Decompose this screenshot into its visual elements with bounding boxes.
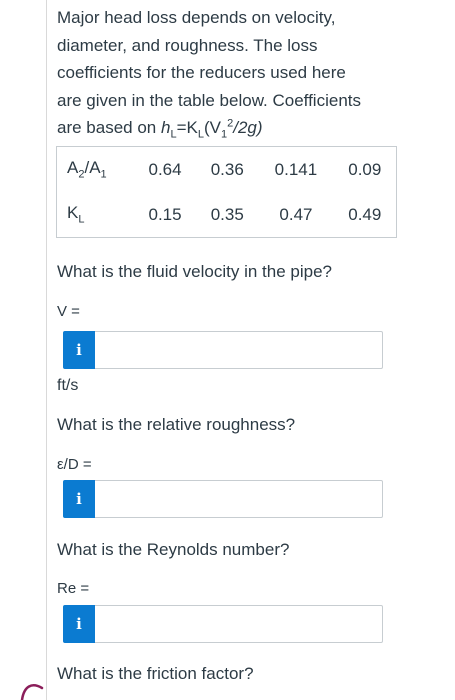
info-icon[interactable]: i (63, 480, 95, 518)
table-cell: 0.49 (348, 204, 382, 224)
annotation-curve-icon (20, 684, 44, 700)
reynolds-question: What is the Reynolds number? (57, 540, 290, 559)
reynolds-label: Re = (57, 580, 90, 597)
reynolds-input[interactable] (95, 605, 383, 643)
intro-line-5-prefix: are based on (57, 118, 161, 137)
table-cell: 0.141 (274, 159, 318, 179)
intro-line-4: are given in the table below. Coefficien… (57, 90, 361, 110)
intro-line-5: are based on hL=KL(V12/2g) (57, 114, 417, 142)
velocity-units: ft/s (57, 377, 79, 394)
table-row: KL 0.15 0.35 0.47 0.49 (57, 192, 397, 238)
kl-header: KL (67, 203, 85, 226)
intro-line-3: coefficients for the reducers used here (57, 63, 346, 82)
table-cell: 0.09 (348, 159, 382, 179)
velocity-input[interactable] (95, 331, 383, 369)
area-ratio-header: A2/A1 (67, 158, 107, 181)
roughness-question: What is the relative roughness? (57, 415, 296, 434)
table-cell: 0.15 (148, 204, 182, 224)
intro-line-1: Major head loss depends on velocity, (57, 8, 336, 27)
roughness-answer-group: i (63, 480, 383, 518)
table-cell: 0.36 (210, 159, 244, 179)
velocity-question: What is the fluid velocity in the pipe? (57, 262, 332, 281)
loss-coefficient-table: A2/A1 0.64 0.36 0.141 0.09 KL 0.15 0.35 … (56, 146, 397, 238)
head-loss-formula: hL=KL(V12/2g) (160, 117, 263, 141)
table-cell: 0.35 (210, 204, 244, 224)
info-icon[interactable]: i (63, 605, 95, 643)
table-row: A2/A1 0.64 0.36 0.141 0.09 (57, 147, 397, 193)
info-icon[interactable]: i (63, 331, 95, 369)
table-cell: 0.47 (279, 204, 313, 224)
table-cell: 0.64 (148, 159, 182, 179)
roughness-label: ε/D = (57, 456, 92, 473)
friction-question: What is the friction factor? (57, 664, 254, 683)
intro-line-2: diameter, and roughness. The loss (57, 35, 318, 55)
velocity-answer-group: i (63, 331, 383, 369)
problem-statement: Major head loss depends on velocity, dia… (57, 4, 417, 142)
reynolds-answer-group: i (63, 605, 383, 643)
roughness-input[interactable] (95, 480, 383, 518)
velocity-label: V = (57, 303, 80, 320)
